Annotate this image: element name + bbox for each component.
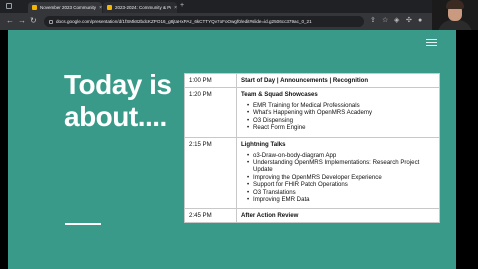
slides-favicon-icon xyxy=(107,5,112,10)
browser-toolbar: ← → ↻ docs.google.com/presentation/d/1fS… xyxy=(0,13,478,30)
profile-icon[interactable]: ● xyxy=(418,17,422,25)
list-item: Understanding OpenMRS Implementations: R… xyxy=(247,159,435,174)
address-bar[interactable]: docs.google.com/presentation/d/1fSMk82bd… xyxy=(44,16,364,27)
close-tab-icon[interactable]: × xyxy=(174,5,177,11)
url-text: docs.google.com/presentation/d/1fSMk82bd… xyxy=(56,19,312,24)
list-item: O3 Dispensing xyxy=(247,117,435,125)
extensions-icon[interactable]: ◈ xyxy=(394,17,399,25)
list-item: Improving EMR Data xyxy=(247,196,435,204)
browser-tab-active[interactable]: November 2023 Community M... × xyxy=(28,2,102,13)
agenda-items: EMR Training for Medical Professionals W… xyxy=(247,102,435,132)
presentation-slide: Today is about.... 1:00 PM Start of Day … xyxy=(8,30,456,269)
headline-line-1: Today is xyxy=(64,69,172,100)
agenda-title: Team & Squad Showcases xyxy=(241,91,318,98)
agenda-time: 2:45 PM xyxy=(184,208,237,224)
tab-title: 2023-2024: Community & Prof... xyxy=(115,5,171,10)
puzzle-icon[interactable]: ✣ xyxy=(406,17,412,25)
agenda-row: 1:00 PM Start of Day | Announcements | R… xyxy=(184,73,440,88)
agenda-title: Lightning Talks xyxy=(241,140,286,148)
agenda-event: Start of Day | Announcements | Recogniti… xyxy=(236,73,440,88)
agenda-event: Lightning Talks o3-Draw-on-body-diagram … xyxy=(236,136,440,210)
share-icon[interactable]: ⇪ xyxy=(370,17,376,25)
agenda-time: 2:15 PM xyxy=(184,136,237,210)
agenda-title: Start of Day | Announcements | Recogniti… xyxy=(241,77,369,84)
list-item: o3-Draw-on-body-diagram App xyxy=(247,152,435,160)
reload-icon[interactable]: ↻ xyxy=(30,16,37,26)
back-arrow-icon[interactable]: ← xyxy=(6,16,14,26)
list-item: What's Happening with OpenMRS Academy xyxy=(247,109,435,117)
agenda-row: 1:20 PM Team & Squad Showcases EMR Train… xyxy=(184,87,440,138)
agenda-event: After Action Review xyxy=(236,208,440,224)
agenda-time: 1:00 PM xyxy=(184,73,237,88)
list-item: React Form Engine xyxy=(247,124,435,132)
agenda-row: 2:15 PM Lightning Talks o3-Draw-on-body-… xyxy=(184,136,440,210)
agenda-table: 1:00 PM Start of Day | Announcements | R… xyxy=(184,73,440,224)
hamburger-menu-icon[interactable] xyxy=(426,39,437,48)
agenda-time: 1:20 PM xyxy=(184,87,237,138)
forward-arrow-icon[interactable]: → xyxy=(18,16,26,26)
headline-underline xyxy=(65,223,101,225)
agenda-items: o3-Draw-on-body-diagram App Understandin… xyxy=(247,152,435,204)
presenter-shoulders xyxy=(438,20,472,30)
browser-tab-bar: November 2023 Community M... × 2023-2024… xyxy=(0,0,478,13)
site-info-icon[interactable] xyxy=(49,19,53,24)
tab-title: November 2023 Community M... xyxy=(40,5,97,10)
browser-tab[interactable]: 2023-2024: Community & Prof... × xyxy=(103,2,177,13)
tab-search-icon[interactable] xyxy=(6,3,12,9)
presenter-hair xyxy=(446,0,464,9)
agenda-title: After Action Review xyxy=(241,212,299,220)
headline-line-2: about.... xyxy=(64,101,167,132)
agenda-event: Team & Squad Showcases EMR Training for … xyxy=(236,87,440,138)
new-tab-icon[interactable]: + xyxy=(180,2,184,9)
list-item: Improving the OpenMRS Developer Experien… xyxy=(247,174,435,182)
close-tab-icon[interactable]: × xyxy=(99,5,102,11)
agenda-row: 2:45 PM After Action Review xyxy=(184,208,440,224)
slide-headline: Today is about.... xyxy=(64,69,184,133)
bookmark-star-icon[interactable]: ☆ xyxy=(382,17,388,25)
list-item: EMR Training for Medical Professionals xyxy=(247,102,435,110)
webcam-overlay xyxy=(432,0,478,30)
list-item: O3 Translations xyxy=(247,189,435,197)
list-item: Support for FHIR Patch Operations xyxy=(247,181,435,189)
slides-favicon-icon xyxy=(32,5,37,10)
